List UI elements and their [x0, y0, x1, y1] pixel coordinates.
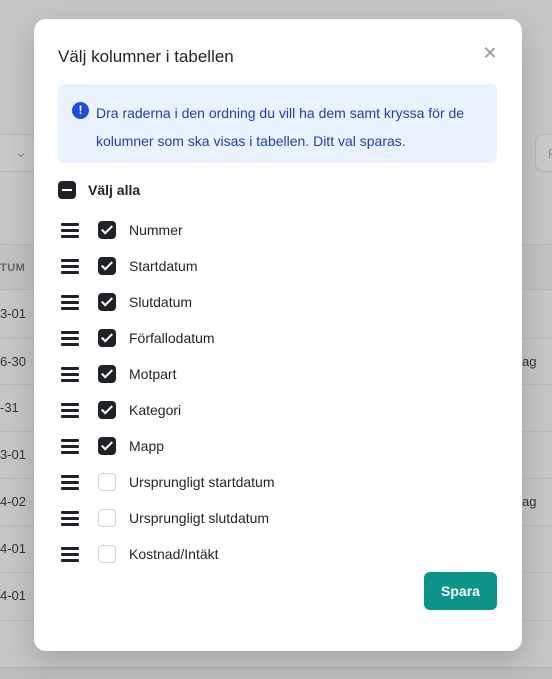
column-label: Slutdatum — [129, 294, 193, 310]
column-list: Nummer Startdatum Slutdatum Förfallodatum Mo… — [58, 212, 498, 572]
drag-handle-icon[interactable] — [58, 293, 82, 311]
background-footer — [0, 667, 552, 679]
column-picker-modal: Välj kolumner i tabellen ! Dra raderna i… — [34, 19, 522, 651]
select-all[interactable]: Välj alla — [58, 180, 140, 200]
column-row[interactable]: Ursprungligt startdatum — [58, 464, 498, 500]
background-select: ⌄ — [0, 134, 36, 172]
column-checkbox[interactable] — [98, 509, 116, 527]
drag-handle-icon[interactable] — [58, 365, 82, 383]
info-text: Dra raderna i den ordning du vill ha dem… — [96, 105, 465, 149]
background-cell: 6-30 — [0, 354, 27, 369]
background-cell: ag — [522, 494, 537, 509]
column-row[interactable]: Nummer — [58, 212, 498, 248]
column-label: Mapp — [129, 438, 165, 454]
background-input-text: F — [548, 146, 552, 161]
save-button[interactable]: Spara — [424, 572, 497, 610]
column-label: Kategori — [129, 402, 182, 418]
column-label: Förfallodatum — [129, 330, 215, 346]
column-row[interactable]: Slutdatum — [58, 284, 498, 320]
background-header-text: TUM — [0, 262, 26, 274]
column-checkbox[interactable] — [98, 257, 116, 275]
column-label: Startdatum — [129, 258, 198, 274]
drag-handle-icon[interactable] — [58, 401, 82, 419]
column-checkbox[interactable] — [98, 365, 116, 383]
background-cell: 4-02 — [0, 494, 27, 509]
info-banner: ! Dra raderna i den ordning du vill ha d… — [58, 84, 497, 163]
column-checkbox[interactable] — [98, 401, 116, 419]
column-row[interactable]: Motpart — [58, 356, 498, 392]
modal-title: Välj kolumner i tabellen — [58, 47, 234, 66]
column-label: Nummer — [129, 222, 183, 238]
select-all-checkbox[interactable] — [58, 181, 76, 199]
column-checkbox[interactable] — [98, 293, 116, 311]
background-cell: 3-01 — [0, 447, 27, 462]
background-cell: 4-01 — [0, 541, 27, 556]
column-row[interactable]: Mapp — [58, 428, 498, 464]
column-row[interactable]: Förfallodatum — [58, 320, 498, 356]
drag-handle-icon[interactable] — [58, 473, 82, 491]
column-label: Motpart — [129, 366, 177, 382]
drag-handle-icon[interactable] — [58, 437, 82, 455]
close-icon[interactable] — [480, 43, 500, 63]
column-checkbox[interactable] — [98, 437, 116, 455]
column-checkbox[interactable] — [98, 329, 116, 347]
column-checkbox[interactable] — [98, 545, 116, 563]
column-label: Ursprungligt startdatum — [129, 474, 275, 490]
background-cell: ag — [522, 354, 537, 369]
column-checkbox[interactable] — [98, 473, 116, 491]
column-checkbox[interactable] — [98, 221, 116, 239]
drag-handle-icon[interactable] — [58, 545, 82, 563]
column-row[interactable]: Startdatum — [58, 248, 498, 284]
column-label: Kostnad/Intäkt — [129, 546, 219, 562]
column-row[interactable]: Kategori — [58, 392, 498, 428]
select-all-label: Välj alla — [88, 182, 141, 198]
background-cell: 3-01 — [0, 306, 27, 321]
chevron-down-icon: ⌄ — [15, 144, 27, 160]
column-row[interactable]: Kostnad/Intäkt — [58, 536, 498, 572]
background-cell: -31 — [0, 400, 19, 415]
drag-handle-icon[interactable] — [58, 257, 82, 275]
background-input: F — [535, 134, 552, 172]
drag-handle-icon[interactable] — [58, 221, 82, 239]
info-icon: ! — [72, 102, 89, 119]
drag-handle-icon[interactable] — [58, 329, 82, 347]
background-cell: 4-01 — [0, 588, 27, 603]
column-row[interactable]: Ursprungligt slutdatum — [58, 500, 498, 536]
column-label: Ursprungligt slutdatum — [129, 510, 270, 526]
drag-handle-icon[interactable] — [58, 509, 82, 527]
